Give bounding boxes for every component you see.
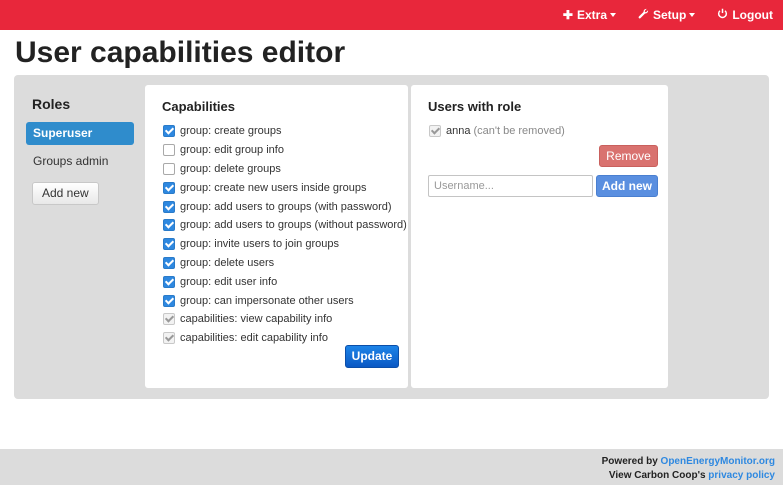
user-row: anna (can't be removed) xyxy=(429,125,565,137)
role-item-superuser[interactable]: Superuser xyxy=(26,122,134,145)
capability-item[interactable]: group: add users to groups (without pass… xyxy=(163,216,407,235)
capability-label: group: delete users xyxy=(180,256,275,269)
capability-checkbox[interactable] xyxy=(163,181,175,194)
roles-heading: Roles xyxy=(32,96,71,112)
page-title: User capabilities editor xyxy=(15,36,346,69)
openenergymonitor-link[interactable]: OpenEnergyMonitor.org xyxy=(661,456,775,467)
capability-item[interactable]: capabilities: view capability info xyxy=(163,310,407,329)
capability-checkbox[interactable] xyxy=(163,294,175,307)
chevron-down-icon xyxy=(610,13,616,17)
extra-menu-label: Extra xyxy=(576,8,607,22)
capability-checkbox[interactable] xyxy=(163,238,175,251)
capabilities-panel: Capabilities group: create groups group: … xyxy=(145,85,408,388)
capability-checkbox[interactable] xyxy=(163,200,175,213)
privacy-text: View Carbon Coop's xyxy=(608,470,709,481)
wrench-icon xyxy=(638,8,649,22)
capability-label: group: delete groups xyxy=(180,162,281,175)
capability-label: capabilities: view capability info xyxy=(180,313,333,326)
capability-label: group: invite users to join groups xyxy=(180,238,339,251)
capability-label: group: edit user info xyxy=(180,275,278,288)
logout-link[interactable]: Logout xyxy=(717,8,773,22)
add-user-button[interactable]: Add new xyxy=(596,175,658,197)
capability-label: group: edit group info xyxy=(180,144,284,157)
chevron-down-icon xyxy=(689,13,696,17)
capability-label: capabilities: edit capability info xyxy=(180,332,328,345)
top-navbar: ✚ Extra Setup Logout xyxy=(0,0,783,30)
username-input[interactable] xyxy=(428,175,593,197)
users-panel: Users with role anna (can't be removed) … xyxy=(411,85,668,388)
capability-item[interactable]: group: create groups xyxy=(163,122,407,141)
add-role-button[interactable]: Add new xyxy=(32,182,99,205)
capability-checkbox[interactable] xyxy=(163,275,175,288)
privacy-line: View Carbon Coop's privacy policy xyxy=(0,469,775,483)
capability-checkbox xyxy=(163,313,175,326)
roles-sidebar: Roles Superuser Groups admin Add new xyxy=(26,96,136,205)
extra-menu[interactable]: ✚ Extra xyxy=(563,8,616,22)
user-note: (can't be removed) xyxy=(473,125,565,137)
capability-checkbox[interactable] xyxy=(163,125,175,138)
capability-item[interactable]: group: add users to groups (with passwor… xyxy=(163,197,407,216)
plus-icon: ✚ xyxy=(562,8,573,22)
update-button[interactable]: Update xyxy=(345,345,399,368)
capability-checkbox[interactable] xyxy=(163,256,175,269)
capability-checkbox[interactable] xyxy=(163,162,175,175)
capability-item[interactable]: group: delete users xyxy=(163,254,407,273)
role-item-groups-admin[interactable]: Groups admin xyxy=(26,150,136,173)
capability-label: group: create new users inside groups xyxy=(180,181,367,194)
user-name: anna xyxy=(446,125,471,137)
capability-checkbox xyxy=(163,332,175,345)
remove-user-button[interactable]: Remove xyxy=(599,145,658,167)
logout-label: Logout xyxy=(732,8,773,22)
capability-item[interactable]: group: edit group info xyxy=(163,141,407,160)
setup-menu-label: Setup xyxy=(653,8,687,22)
capabilities-heading: Capabilities xyxy=(162,99,235,114)
capability-item[interactable]: group: can impersonate other users xyxy=(163,291,407,310)
footer: Powered by OpenEnergyMonitor.org View Ca… xyxy=(0,449,783,485)
capability-label: group: add users to groups (without pass… xyxy=(180,219,407,232)
capability-label: group: add users to groups (with passwor… xyxy=(180,200,392,213)
power-icon xyxy=(717,8,728,22)
capability-item[interactable]: group: create new users inside groups xyxy=(163,178,407,197)
powered-by-text: Powered by xyxy=(601,456,661,467)
user-checkbox xyxy=(429,125,441,137)
capabilities-list: group: create groups group: edit group in… xyxy=(163,122,407,348)
users-heading: Users with role xyxy=(428,99,522,114)
setup-menu[interactable]: Setup xyxy=(638,8,696,22)
capability-label: group: create groups xyxy=(180,125,282,138)
capability-checkbox[interactable] xyxy=(163,144,175,157)
capability-checkbox[interactable] xyxy=(163,219,175,232)
capability-item[interactable]: group: invite users to join groups xyxy=(163,235,407,254)
capability-item[interactable]: group: delete groups xyxy=(163,160,407,179)
powered-by-line: Powered by OpenEnergyMonitor.org xyxy=(0,455,775,469)
capability-label: group: can impersonate other users xyxy=(180,294,354,307)
capability-item[interactable]: group: edit user info xyxy=(163,272,407,291)
privacy-policy-link[interactable]: privacy policy xyxy=(708,470,775,481)
